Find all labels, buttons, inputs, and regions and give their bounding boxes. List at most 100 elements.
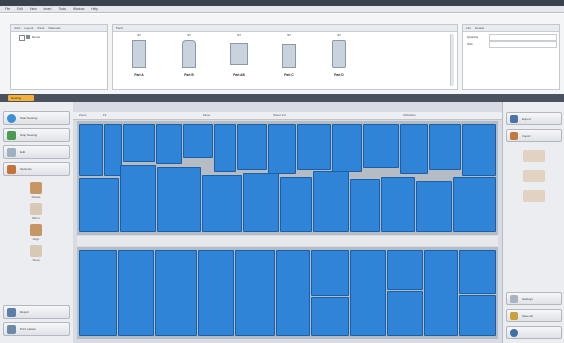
nested-part[interactable] [381,177,415,232]
sheet-divider [77,236,498,246]
tab-parts[interactable]: Parts [37,26,44,30]
nested-part[interactable] [350,179,380,232]
export-icon [510,115,518,123]
menu-view[interactable]: View [30,7,37,11]
tab-parts-library[interactable]: Parts [116,26,123,30]
nested-part[interactable] [202,175,242,232]
tab-layout[interactable]: Layout [24,26,33,30]
rotate-icon [30,182,42,194]
nested-part[interactable] [156,124,182,164]
save-all-button[interactable]: Save All [506,309,562,322]
menu-file[interactable]: File [5,7,10,11]
nested-part[interactable] [118,250,154,336]
nested-part[interactable] [416,181,452,232]
import-button[interactable]: Import [506,129,562,142]
tool-1[interactable] [523,150,545,162]
tree-item-label[interactable]: Demo [32,35,40,39]
nested-part[interactable] [387,291,423,336]
move-button[interactable]: Move [203,113,210,117]
button-label: Settings [522,297,533,301]
nested-part[interactable] [363,124,399,168]
help-icon [510,329,518,337]
part-card[interactable]: ST Part B [177,33,201,85]
nested-part[interactable] [243,173,279,232]
start-nesting-button[interactable]: Start Nesting [3,111,70,125]
nested-part[interactable] [79,178,119,232]
button-label: Stop Nesting [20,133,38,137]
part-code: ST [137,33,141,37]
nested-part[interactable] [79,124,103,176]
part-card[interactable]: ST Part A [127,33,151,85]
optimize-button[interactable]: Optimize [3,162,70,176]
tool-label: Mirror [32,216,40,220]
stop-nesting-button[interactable]: Stop Nesting [3,128,70,142]
tab-info[interactable]: Info [466,26,471,30]
print-labels-button[interactable]: Print Labels [3,322,70,336]
fit-button[interactable]: Fit [103,113,106,117]
edit-button[interactable]: Edit [3,145,70,159]
part-card[interactable]: ST Part AB [227,33,251,85]
nested-part[interactable] [459,250,496,294]
edit-icon [7,148,16,157]
nested-part[interactable] [387,250,423,290]
tree-expand-icon[interactable] [19,35,25,41]
quantity-field[interactable] [489,34,557,41]
zoom-button[interactable]: Zoom [79,113,87,117]
nested-part[interactable] [120,165,156,232]
nested-part[interactable] [400,124,428,174]
nested-part[interactable] [123,124,155,162]
tool-3[interactable] [523,190,545,202]
nested-part[interactable] [350,250,386,336]
nested-part[interactable] [313,171,349,232]
nested-part[interactable] [462,124,496,176]
tab-materials[interactable]: Materials [48,26,60,30]
nested-part[interactable] [157,167,201,232]
nested-part[interactable] [79,250,117,336]
nested-part[interactable] [280,177,312,232]
mirror-icon [30,203,42,215]
nested-part[interactable] [311,250,349,296]
snap-tool[interactable]: Snap [24,245,48,262]
nested-part[interactable] [297,124,331,170]
report-button[interactable]: Report [3,305,70,319]
part-card[interactable]: ST Part D [327,33,351,85]
parts-library-panel: Parts ST Part A ST Part B ST Part AB ST … [112,24,458,90]
menu-edit[interactable]: Edit [17,7,23,11]
nested-part[interactable] [424,250,458,336]
part-code: ST [337,33,341,37]
nested-part[interactable] [429,124,461,170]
rotate-tool[interactable]: Rotate [24,182,48,199]
settings-button[interactable]: Settings [506,292,562,305]
help-button[interactable] [506,326,562,339]
menu-window[interactable]: Window [73,7,84,11]
size-field[interactable] [489,41,557,48]
nested-part[interactable] [237,124,267,170]
nested-part[interactable] [198,250,234,336]
menu-insert[interactable]: Insert [44,7,52,11]
export-button[interactable]: Export [506,112,562,125]
tab-jobs[interactable]: Jobs [14,26,20,30]
parts-scrollbar[interactable] [450,34,454,86]
nested-part[interactable] [459,295,496,336]
nested-part[interactable] [311,297,349,336]
nested-part[interactable] [214,124,236,172]
tab-details[interactable]: Details [475,26,484,30]
nested-part[interactable] [183,124,213,158]
part-card[interactable]: ST Part C [277,33,301,85]
nested-part[interactable] [276,250,310,336]
document-tab-bar [0,94,564,102]
tab-nesting[interactable]: Nesting [8,95,34,101]
nested-part[interactable] [332,124,362,172]
tool-2[interactable] [523,170,545,182]
nested-part[interactable] [453,177,496,232]
mirror-tool[interactable]: Mirror [24,203,48,220]
menu-help[interactable]: Help [91,7,98,11]
part-name: Part A [134,73,144,77]
menu-tools[interactable]: Tools [58,7,65,11]
nested-part[interactable] [268,124,296,174]
nested-part[interactable] [235,250,275,336]
nested-part[interactable] [155,250,197,336]
button-label: Report [20,310,30,314]
part-thumbnail [332,40,346,68]
align-tool[interactable]: Align [24,224,48,241]
